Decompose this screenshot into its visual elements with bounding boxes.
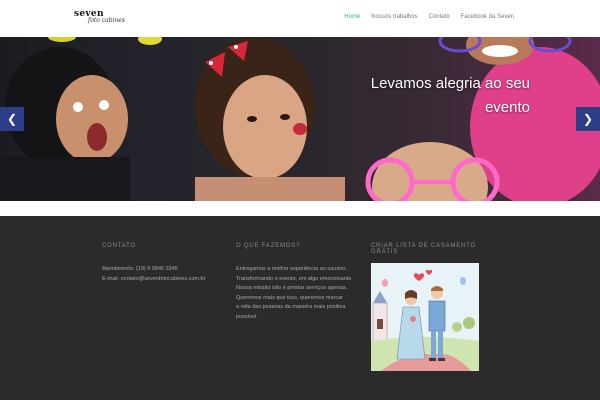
about-text-line: Entregamos a melhor experiência ao usuár… — [236, 266, 347, 272]
about-text-line: Nossa missão não é prestar serviços apen… — [236, 285, 348, 291]
site-header: seven foto cabines Home Nossos trabalhos… — [0, 0, 600, 37]
slide-caption: Levamos alegria ao seu evento — [370, 72, 530, 120]
slide-caption-line1: Levamos alegria ao seu — [370, 75, 530, 92]
wedding-illustration[interactable] — [371, 263, 479, 371]
wedding-heading: CRIAR LISTA DE CASAMENTO GRÁTIS — [371, 243, 476, 255]
logo[interactable]: seven foto cabines — [74, 9, 128, 27]
footer-contact: CONTATO Atendimento: (19) 9 9845 3345 E-… — [102, 243, 222, 284]
contact-email[interactable]: E-mail: contato@sevenfotocabines.com.br — [102, 275, 222, 285]
nav-facebook[interactable]: Facebook da Seven — [461, 14, 514, 20]
about-text-line: Transformando o evento, em algo emociona… — [236, 275, 353, 282]
nav-nossos-trabalhos[interactable]: Nossos trabalhos — [371, 14, 417, 20]
nav-home[interactable]: Home — [344, 14, 360, 20]
main-nav: Home Nossos trabalhos Contato Facebook d… — [344, 14, 514, 20]
section-spacer — [0, 201, 600, 216]
footer-about: O QUE FAZEMOS? Entregamos a melhor exper… — [236, 243, 356, 322]
slider-next-button[interactable]: ❯ — [576, 107, 600, 131]
about-text-line: Queremos mais que isso, queremos marcar — [236, 294, 343, 301]
chevron-left-icon: ❮ — [6, 112, 18, 126]
slider-prev-button[interactable]: ❮ — [0, 107, 24, 131]
site-footer: CONTATO Atendimento: (19) 9 9845 3345 E-… — [0, 216, 600, 400]
logo-tagline: foto cabines — [88, 17, 125, 24]
contact-phone: Atendimento: (19) 9 9845 3345 — [102, 266, 178, 272]
chevron-right-icon: ❯ — [582, 112, 594, 126]
about-heading: O QUE FAZEMOS? — [236, 243, 301, 249]
footer-wedding-list: CRIAR LISTA DE CASAMENTO GRÁTIS — [371, 243, 501, 371]
about-text-line: a vida das pessoas da maneira mais posit… — [236, 304, 346, 310]
contact-heading: CONTATO — [102, 243, 136, 249]
hero-slider: Levamos alegria ao seu evento ❮ ❯ — [0, 37, 600, 201]
about-text-line: possível. — [236, 313, 258, 320]
nav-contato[interactable]: Contato — [429, 14, 450, 20]
slide-caption-line2: evento — [484, 99, 530, 116]
